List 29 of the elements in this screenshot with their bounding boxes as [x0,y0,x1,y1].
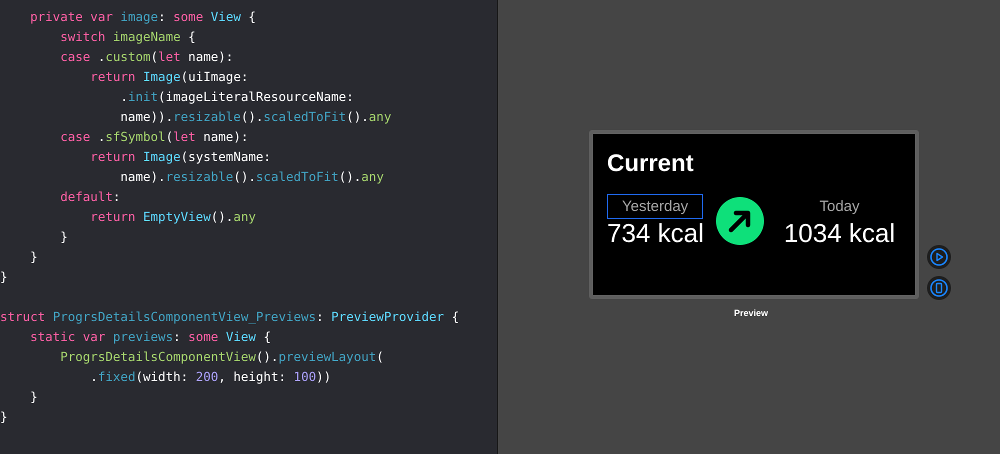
card-title: Current [607,150,694,178]
code-line: } [29,388,38,406]
code-line: case .custom(let name): [59,48,234,66]
stat-value: 734 kcal [607,219,704,247]
code-line: default: [59,188,120,206]
code-line: switch imageName { [59,28,196,46]
code-line: } [0,268,8,286]
code-line: name).resizable().scaledToFit().any [119,168,384,186]
device-icon[interactable] [927,276,951,300]
code-line: .init(imageLiteralResourceName: [119,88,354,106]
code-line: return EmptyView().any [89,208,256,226]
code-line: ProgrsDetailsComponentView().previewLayout( [59,348,384,366]
code-line: } [0,408,8,426]
code-line: .fixed(width: 200, height: 100)) [89,368,332,386]
play-icon[interactable] [927,245,951,269]
code-line: } [29,248,38,266]
code-line: return Image(uiImage: [89,68,248,86]
arrow-up-right-icon [716,196,764,244]
code-line: } [59,228,68,246]
code-line: return Image(systemName: [89,148,271,166]
stat-label[interactable]: Yesterday [607,194,704,219]
stat-value: 1034 kcal [784,219,896,247]
code-line: struct ProgrsDetailsComponentView_Previews: PreviewProvider { [0,308,460,326]
code-line: private var image: some View { [29,8,256,26]
preview-caption: Preview [734,308,768,318]
code-line: static var previews: some View { [29,328,271,346]
code-line: case .sfSymbol(let name): [59,128,248,146]
code-line: name)).resizable().scaledToFit().any [119,108,392,126]
stat-label[interactable]: Today [804,194,875,219]
